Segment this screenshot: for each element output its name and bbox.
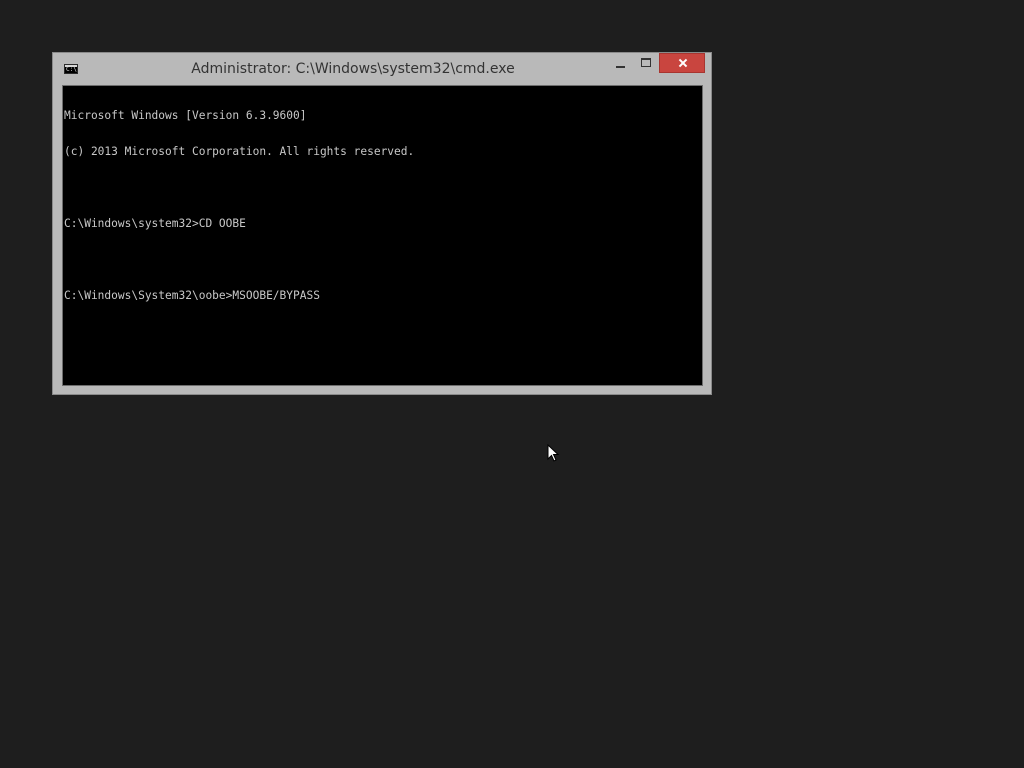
desktop: g| C:\. Administrator: C:\Windows\system…: [0, 0, 1024, 768]
console-output[interactable]: Microsoft Windows [Version 6.3.9600] (c)…: [62, 85, 703, 386]
console-line: C:\Windows\system32>CD OOBE: [64, 217, 246, 230]
maximize-button[interactable]: [633, 53, 659, 73]
console-line: Microsoft Windows [Version 6.3.9600]: [64, 109, 307, 122]
console-line: (c) 2013 Microsoft Corporation. All righ…: [64, 145, 415, 158]
window-title: Administrator: C:\Windows\system32\cmd.e…: [191, 61, 515, 77]
title-bar[interactable]: C:\. Administrator: C:\Windows\system32\…: [53, 53, 711, 85]
minimize-button[interactable]: [607, 53, 633, 73]
cmd-window[interactable]: C:\. Administrator: C:\Windows\system32\…: [52, 52, 712, 395]
console-line: C:\Windows\System32\oobe>MSOOBE/BYPASS: [64, 289, 320, 302]
mouse-pointer-icon: [547, 444, 560, 462]
window-right-border: [703, 85, 710, 386]
close-button[interactable]: [659, 53, 705, 73]
console-text: Microsoft Windows [Version 6.3.9600] (c)…: [64, 86, 414, 326]
